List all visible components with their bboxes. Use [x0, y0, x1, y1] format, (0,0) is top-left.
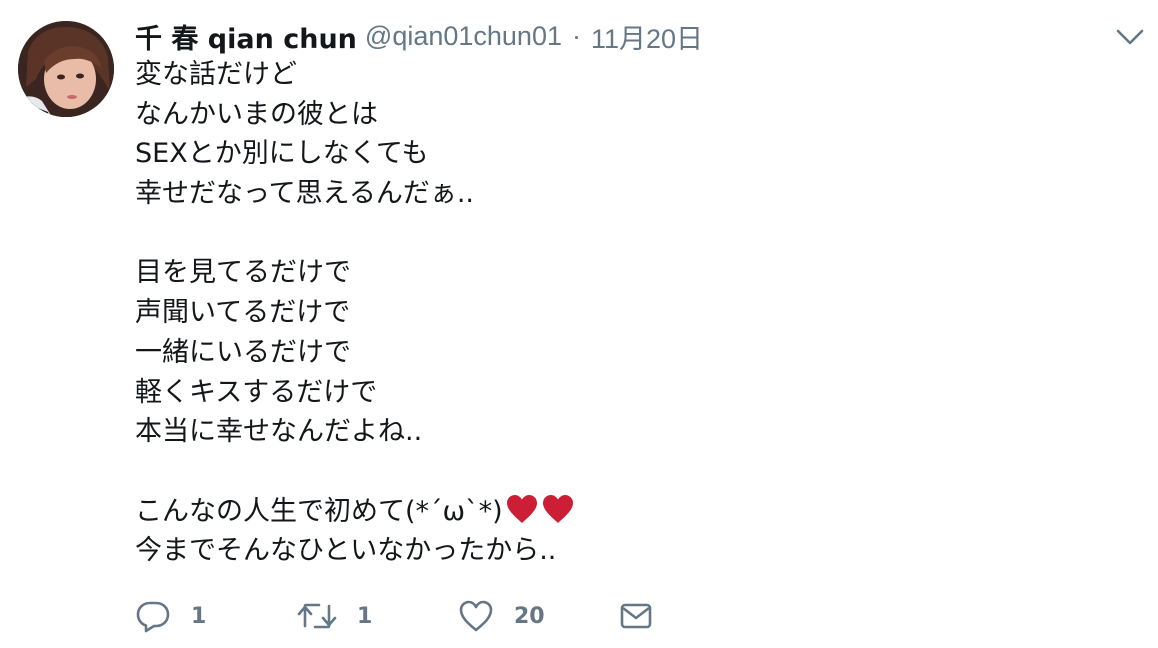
direct-message-button[interactable] — [619, 594, 653, 638]
separator-dot: · — [571, 20, 581, 51]
tweet-text-line: 幸せだなって思えるんだぁ.. — [135, 178, 475, 210]
tweet-text-line: 変な話だけど — [135, 59, 297, 90]
like-button[interactable]: 20 — [458, 594, 545, 638]
retweet-count: 1 — [357, 603, 373, 629]
tweet-text-line: 目を見てるだけで — [135, 257, 351, 289]
avatar[interactable] — [18, 21, 114, 117]
tweet-text-segment: こんなの人生で初めて(*´ω`*) — [135, 495, 503, 527]
tweet-text-line: 一緒にいるだけで — [135, 336, 351, 368]
tweet-text-line: SEXとか別にしなくても — [135, 138, 429, 170]
tweet-text-line: なんかいまの彼とは — [135, 98, 378, 130]
heart-icon — [458, 599, 494, 633]
tweet-text: 変な話だけど なんかいまの彼とは SEXとか別にしなくても 幸せだなって思えるん… — [135, 55, 1035, 571]
tweet-text-line: 声聞いてるだけで — [135, 297, 351, 329]
heart-emoji — [541, 493, 575, 525]
tweet-text-line: 今までそんなひといなかったから.. — [135, 535, 557, 567]
reply-count: 1 — [191, 603, 207, 629]
tweet-text-line-with-emoji: こんなの人生で初めて(*´ω`*) — [135, 492, 1035, 532]
retweet-icon — [297, 599, 337, 633]
tweet-text-line: 軽くキスするだけで — [135, 376, 378, 408]
tweet-text-line — [135, 452, 1035, 492]
like-count: 20 — [514, 603, 545, 629]
reply-button[interactable]: 1 — [135, 594, 206, 638]
envelope-icon — [619, 601, 653, 631]
chevron-down-icon[interactable] — [1114, 22, 1146, 50]
user-handle[interactable]: @qian01chun01 — [365, 21, 562, 52]
retweet-button[interactable]: 1 — [297, 594, 372, 638]
tweet-text-line: 本当に幸せなんだよね.. — [135, 416, 423, 448]
tweet-date[interactable]: 11月20日 — [591, 17, 703, 56]
display-name[interactable]: 千 春 qian chun — [135, 17, 357, 56]
tweet: 千 春 qian chun @qian01chun01 · 11月20日 変な話… — [0, 0, 1158, 648]
tweet-header: 千 春 qian chun @qian01chun01 · 11月20日 — [135, 16, 703, 56]
tweet-text-line — [135, 214, 1035, 254]
reply-icon — [135, 599, 171, 633]
heart-emoji — [505, 493, 539, 525]
